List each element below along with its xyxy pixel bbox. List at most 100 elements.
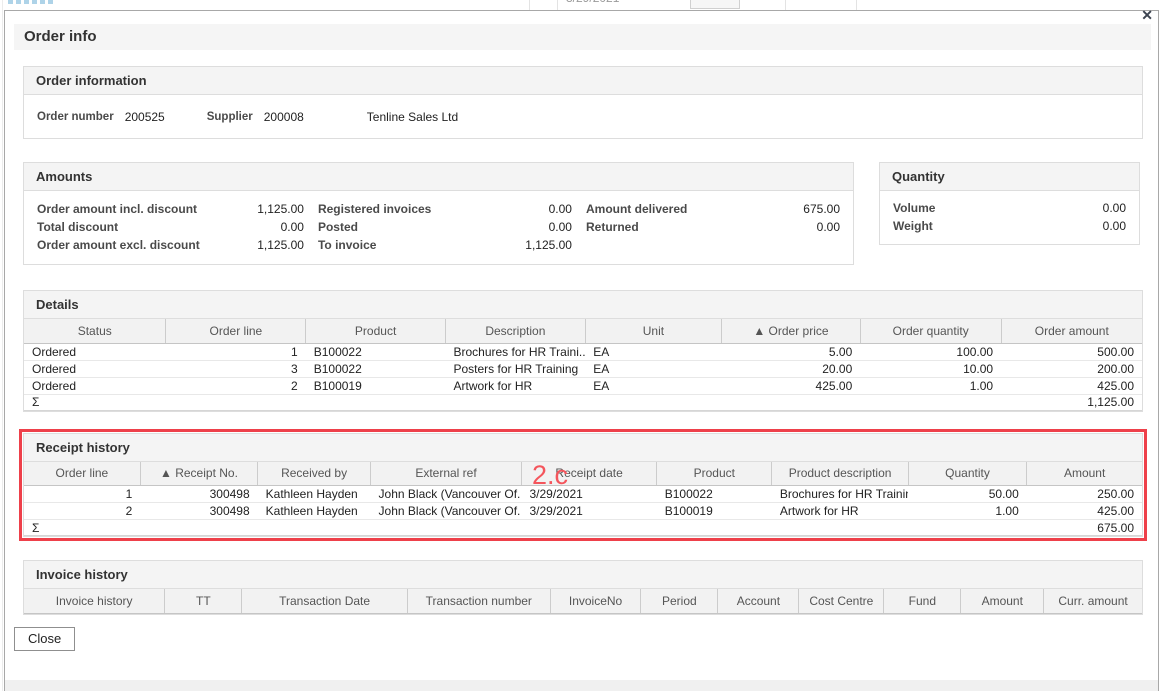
amount-value: 0.00 [817, 218, 840, 236]
background-page-edge [2, 0, 3, 691]
column-header-description[interactable]: Description [445, 319, 585, 343]
amounts-quantity-row: Amounts Order amount incl. discount 1,12… [23, 162, 1143, 265]
quantity-header: Quantity [880, 163, 1139, 191]
sum-total: 675.00 [1027, 520, 1142, 536]
cell: B100022 [657, 486, 772, 503]
table-row[interactable]: 1300498Kathleen HaydenJohn Black (Vancou… [24, 486, 1142, 503]
cell: 300498 [140, 503, 257, 520]
table-row[interactable]: 2300498Kathleen HaydenJohn Black (Vancou… [24, 503, 1142, 520]
cell: Ordered [24, 343, 166, 360]
cell: Artwork for HR [772, 503, 908, 520]
column-header-invoice-history[interactable]: Invoice history [24, 589, 165, 613]
close-icon[interactable]: ✕ [1141, 7, 1153, 23]
supplier-code-value: 200008 [264, 110, 304, 124]
column-header-fund[interactable]: Fund [884, 589, 961, 613]
amount-value: 0.00 [549, 200, 572, 218]
column-header-product[interactable]: Product [306, 319, 446, 343]
order-information-header: Order information [24, 67, 1142, 95]
amount-label: Order amount incl. discount [37, 200, 197, 218]
column-header-receipt-no[interactable]: ▲ Receipt No. [140, 462, 257, 486]
column-header-order-amount[interactable]: Order amount [1001, 319, 1142, 343]
invoice-history-section: Invoice history Invoice historyTTTransac… [23, 560, 1143, 615]
sum-row: Σ1,125.00 [24, 394, 1142, 410]
quantity-value: 0.00 [1103, 217, 1126, 235]
cell: 10.00 [860, 360, 1001, 377]
column-header-order-line[interactable]: Order line [24, 462, 140, 486]
column-header-amount[interactable]: Amount [961, 589, 1044, 613]
column-header-product[interactable]: Product [657, 462, 772, 486]
order-information-body: Order number 200525 Supplier 200008 Tenl… [24, 95, 1142, 138]
column-header-tt[interactable]: TT [165, 589, 242, 613]
cell: 3/29/2021 [521, 503, 656, 520]
cell: John Black (Vancouver Of... [371, 503, 522, 520]
details-table: StatusOrder lineProductDescriptionUnit▲ … [24, 319, 1142, 411]
cell: 1.00 [908, 503, 1027, 520]
sum-spacer [166, 394, 1001, 410]
column-header-curr-amount[interactable]: Curr. amount [1044, 589, 1142, 613]
receipt-history-table: Order line▲ Receipt No.Received byExtern… [24, 462, 1142, 537]
amount-label: Registered invoices [318, 200, 431, 218]
amount-line: Registered invoices 0.00 [318, 200, 572, 218]
cell: 425.00 [1027, 503, 1142, 520]
cell: 300498 [140, 486, 257, 503]
column-header-transaction-date[interactable]: Transaction Date [242, 589, 407, 613]
sum-total: 1,125.00 [1001, 394, 1142, 410]
cell: 1 [166, 343, 306, 360]
quantity-label: Volume [893, 199, 935, 217]
amount-label: Amount delivered [586, 200, 687, 218]
column-header-product-description[interactable]: Product description [772, 462, 908, 486]
background-divider [557, 0, 558, 10]
amount-line: Total discount 0.00 [37, 218, 304, 236]
quantity-body: Volume 0.00 Weight 0.00 [880, 191, 1139, 244]
cell: EA [585, 377, 721, 394]
header-row: Order line▲ Receipt No.Received byExtern… [24, 462, 1142, 486]
column-header-unit[interactable]: Unit [585, 319, 721, 343]
table-row[interactable]: Ordered1B100022Brochures for HR Traini..… [24, 343, 1142, 360]
amount-line: Returned 0.00 [586, 218, 840, 236]
amount-line: Posted 0.00 [318, 218, 572, 236]
cell: EA [585, 360, 721, 377]
close-button[interactable]: Close [14, 627, 75, 651]
amount-label: To invoice [318, 236, 376, 254]
column-header-invoiceno[interactable]: InvoiceNo [550, 589, 641, 613]
amount-line: To invoice 1,125.00 [318, 236, 572, 254]
column-header-account[interactable]: Account [718, 589, 799, 613]
cell: 1 [24, 486, 140, 503]
table-row[interactable]: Ordered3B100022Posters for HR TrainingEA… [24, 360, 1142, 377]
order-information-section: Order information Order number 200525 Su… [23, 66, 1143, 139]
amount-label: Order amount excl. discount [37, 236, 200, 254]
amount-value: 1,125.00 [257, 236, 304, 254]
column-header-status[interactable]: Status [24, 319, 166, 343]
table-row[interactable]: Ordered2B100019Artwork for HREA425.001.0… [24, 377, 1142, 394]
quantity-value: 0.00 [1103, 199, 1126, 217]
cell: B100022 [306, 343, 446, 360]
column-header-transaction-number[interactable]: Transaction number [407, 589, 550, 613]
amount-line: Amount delivered 675.00 [586, 200, 840, 218]
cell: B100019 [657, 503, 772, 520]
cell: 250.00 [1027, 486, 1142, 503]
column-header-order-quantity[interactable]: Order quantity [860, 319, 1001, 343]
column-header-quantity[interactable]: Quantity [908, 462, 1027, 486]
cell: 2 [24, 503, 140, 520]
amount-value: 675.00 [803, 200, 840, 218]
column-header-order-line[interactable]: Order line [166, 319, 306, 343]
background-divider [785, 0, 786, 10]
amount-value: 1,125.00 [525, 236, 572, 254]
column-header-received-by[interactable]: Received by [258, 462, 371, 486]
quantity-line: Volume 0.00 [893, 199, 1126, 217]
invoice-history-table: Invoice historyTTTransaction DateTransac… [24, 589, 1142, 614]
dialog-footer-strip [5, 680, 1158, 691]
quantity-line: Weight 0.00 [893, 217, 1126, 235]
column-header-order-price[interactable]: ▲ Order price [722, 319, 861, 343]
background-divider [529, 0, 530, 10]
column-header-external-ref[interactable]: External ref [371, 462, 522, 486]
amount-value: 0.00 [281, 218, 304, 236]
cell: 20.00 [722, 360, 861, 377]
column-header-period[interactable]: Period [641, 589, 718, 613]
column-header-cost-centre[interactable]: Cost Centre [799, 589, 884, 613]
receipt-history-header: Receipt history [24, 434, 1142, 462]
order-info-dialog: ✕ Order info Order information Order num… [4, 10, 1159, 691]
amount-value: 1,125.00 [257, 200, 304, 218]
order-number-label: Order number [37, 111, 114, 123]
column-header-amount[interactable]: Amount [1027, 462, 1142, 486]
